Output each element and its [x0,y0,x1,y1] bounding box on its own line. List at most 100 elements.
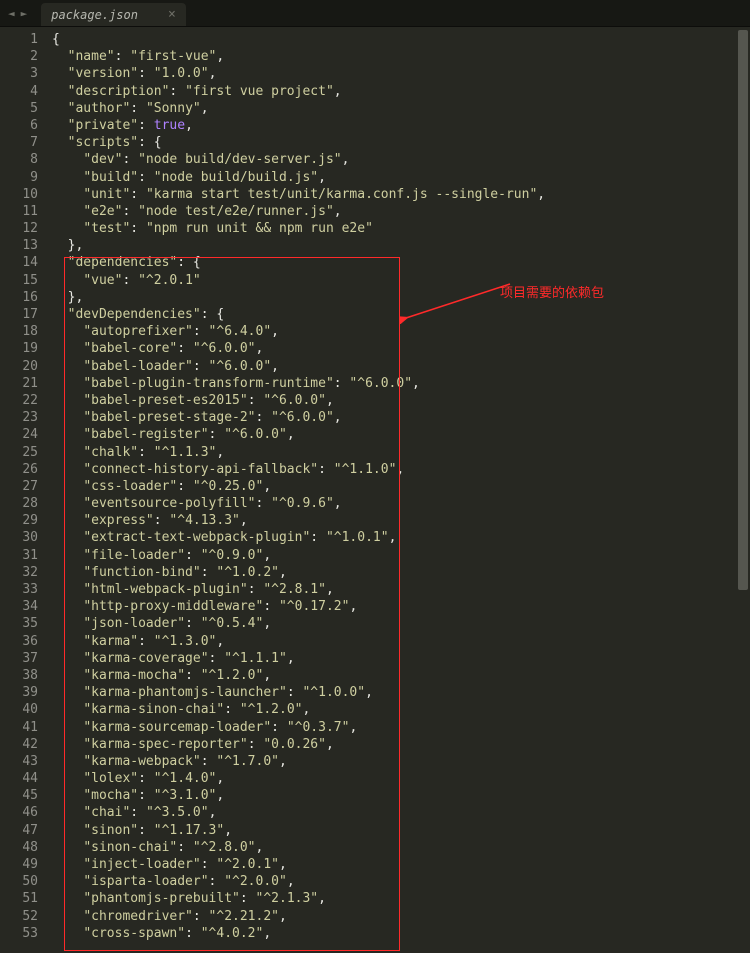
code-line[interactable]: "chai": "^3.5.0", [52,804,750,821]
code-line[interactable]: "vue": "^2.0.1" [52,272,750,289]
code-line[interactable]: "scripts": { [52,134,750,151]
line-number: 42 [0,736,38,753]
code-line[interactable]: "express": "^4.13.3", [52,512,750,529]
code-line[interactable]: "karma": "^1.3.0", [52,633,750,650]
line-number: 17 [0,306,38,323]
code-line[interactable]: "dev": "node build/dev-server.js", [52,151,750,168]
line-number: 27 [0,478,38,495]
line-number: 40 [0,701,38,718]
code-line[interactable]: "lolex": "^1.4.0", [52,770,750,787]
editor[interactable]: 1234567891011121314151617181920212223242… [0,27,750,953]
code-line[interactable]: "chalk": "^1.1.3", [52,444,750,461]
code-line[interactable]: "author": "Sonny", [52,100,750,117]
code-line[interactable]: { [52,31,750,48]
code-line[interactable]: "css-loader": "^0.25.0", [52,478,750,495]
code-line[interactable]: "karma-sinon-chai": "^1.2.0", [52,701,750,718]
line-number: 32 [0,564,38,581]
line-number: 19 [0,340,38,357]
line-number: 37 [0,650,38,667]
code-line[interactable]: "autoprefixer": "^6.4.0", [52,323,750,340]
code-line[interactable]: "version": "1.0.0", [52,65,750,82]
line-number: 18 [0,323,38,340]
line-number: 23 [0,409,38,426]
line-number: 28 [0,495,38,512]
code-line[interactable]: "build": "node build/build.js", [52,169,750,186]
code-line[interactable]: "babel-plugin-transform-runtime": "^6.0.… [52,375,750,392]
code-line[interactable]: "karma-spec-reporter": "0.0.26", [52,736,750,753]
code-line[interactable]: "mocha": "^3.1.0", [52,787,750,804]
code-line[interactable]: "babel-preset-es2015": "^6.0.0", [52,392,750,409]
code-line[interactable]: "chromedriver": "^2.21.2", [52,908,750,925]
code-line[interactable]: "phantomjs-prebuilt": "^2.1.3", [52,890,750,907]
line-number: 51 [0,890,38,907]
code-line[interactable]: "inject-loader": "^2.0.1", [52,856,750,873]
line-number: 6 [0,117,38,134]
code-line[interactable]: "devDependencies": { [52,306,750,323]
code-line[interactable]: "karma-sourcemap-loader": "^0.3.7", [52,719,750,736]
code-line[interactable]: "babel-preset-stage-2": "^6.0.0", [52,409,750,426]
code-line[interactable]: "dependencies": { [52,254,750,271]
line-number: 24 [0,426,38,443]
line-number: 50 [0,873,38,890]
line-number: 12 [0,220,38,237]
line-number: 26 [0,461,38,478]
code-line[interactable]: "http-proxy-middleware": "^0.17.2", [52,598,750,615]
code-line[interactable]: "html-webpack-plugin": "^2.8.1", [52,581,750,598]
line-number: 48 [0,839,38,856]
code-line[interactable]: "json-loader": "^0.5.4", [52,615,750,632]
line-number: 14 [0,254,38,271]
close-icon[interactable]: × [168,8,176,21]
line-number: 46 [0,804,38,821]
code-line[interactable]: "cross-spawn": "^4.0.2", [52,925,750,942]
code-line[interactable]: }, [52,237,750,254]
code-line[interactable]: "babel-loader": "^6.0.0", [52,358,750,375]
nav-back-icon[interactable]: ◄ [6,7,17,20]
code-line[interactable]: "file-loader": "^0.9.0", [52,547,750,564]
code-line[interactable]: "description": "first vue project", [52,83,750,100]
code-line[interactable]: "isparta-loader": "^2.0.0", [52,873,750,890]
code-line[interactable]: "private": true, [52,117,750,134]
line-number: 21 [0,375,38,392]
code-line[interactable]: "test": "npm run unit && npm run e2e" [52,220,750,237]
line-number: 13 [0,237,38,254]
code-line[interactable]: "eventsource-polyfill": "^0.9.6", [52,495,750,512]
line-number: 7 [0,134,38,151]
tab-package-json[interactable]: package.json × [41,3,186,26]
line-number: 8 [0,151,38,168]
code-line[interactable]: "connect-history-api-fallback": "^1.1.0"… [52,461,750,478]
line-number: 25 [0,444,38,461]
code-area[interactable]: { "name": "first-vue", "version": "1.0.0… [46,27,750,953]
code-line[interactable]: "karma-webpack": "^1.7.0", [52,753,750,770]
line-number: 35 [0,615,38,632]
code-line[interactable]: "name": "first-vue", [52,48,750,65]
code-line[interactable]: "sinon": "^1.17.3", [52,822,750,839]
code-line[interactable]: "karma-coverage": "^1.1.1", [52,650,750,667]
line-number: 30 [0,529,38,546]
line-number: 38 [0,667,38,684]
line-number: 34 [0,598,38,615]
line-number: 52 [0,908,38,925]
code-line[interactable]: "e2e": "node test/e2e/runner.js", [52,203,750,220]
code-line[interactable]: "karma-mocha": "^1.2.0", [52,667,750,684]
code-line[interactable]: "babel-register": "^6.0.0", [52,426,750,443]
line-number: 49 [0,856,38,873]
code-line[interactable]: "babel-core": "^6.0.0", [52,340,750,357]
line-number: 29 [0,512,38,529]
scrollbar-thumb[interactable] [738,30,748,590]
line-number: 15 [0,272,38,289]
line-number: 22 [0,392,38,409]
code-line[interactable]: "extract-text-webpack-plugin": "^1.0.1", [52,529,750,546]
code-line[interactable]: }, [52,289,750,306]
line-number-gutter: 1234567891011121314151617181920212223242… [0,27,46,953]
code-line[interactable]: "unit": "karma start test/unit/karma.con… [52,186,750,203]
code-line[interactable]: "function-bind": "^1.0.2", [52,564,750,581]
line-number: 4 [0,83,38,100]
line-number: 11 [0,203,38,220]
tab-title: package.json [51,8,138,22]
code-line[interactable]: "sinon-chai": "^2.8.0", [52,839,750,856]
code-line[interactable]: "karma-phantomjs-launcher": "^1.0.0", [52,684,750,701]
line-number: 1 [0,31,38,48]
nav-forward-icon[interactable]: ► [19,7,30,20]
line-number: 10 [0,186,38,203]
line-number: 45 [0,787,38,804]
